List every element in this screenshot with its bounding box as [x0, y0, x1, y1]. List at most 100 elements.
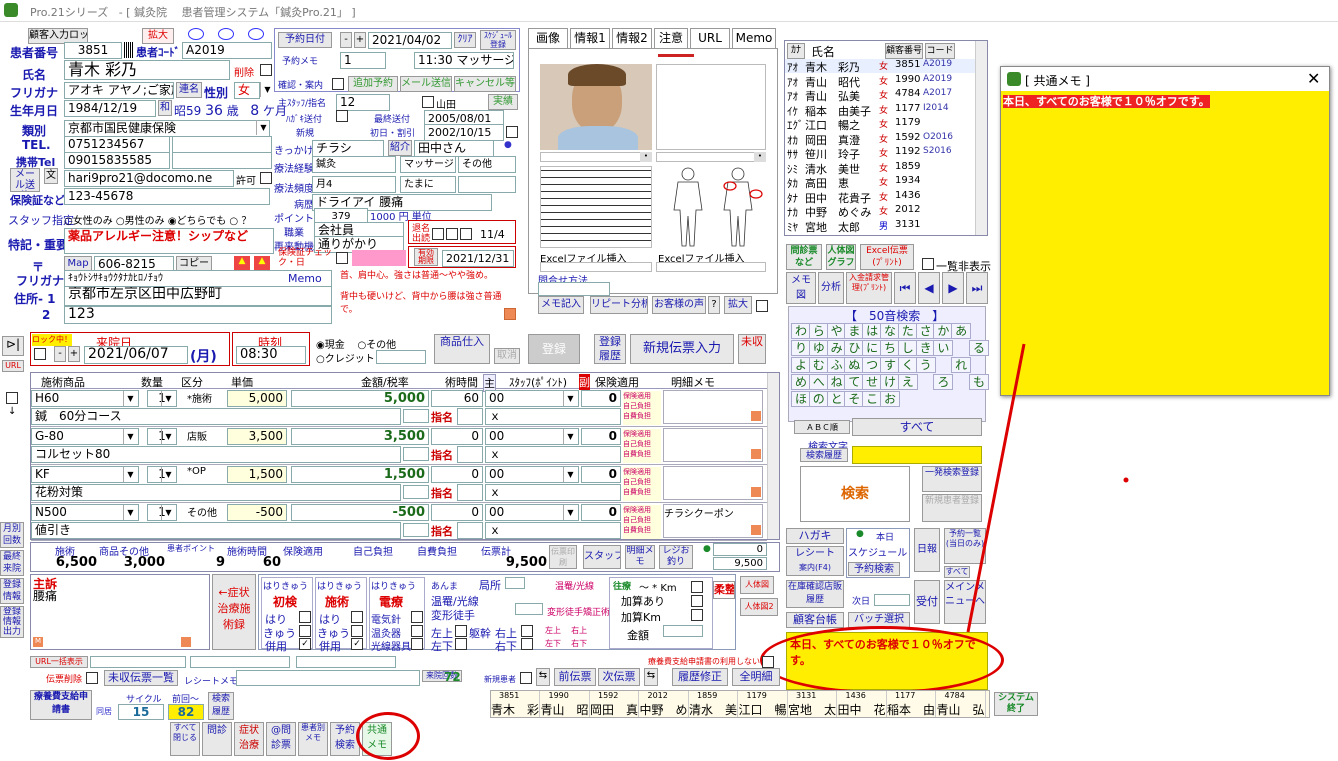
tool-button-4[interactable]: 患者別メモ [298, 722, 328, 756]
unpaid-button[interactable]: 未収 [738, 334, 766, 364]
new-reg-cb[interactable] [520, 672, 532, 684]
kana-key-る[interactable]: る [969, 340, 989, 356]
detail-memo[interactable] [663, 390, 763, 424]
main-menu-button[interactable]: メインメニューへ [944, 580, 986, 624]
therapy2-field[interactable]: マッサージ [400, 156, 456, 173]
detail-memo[interactable] [663, 428, 763, 462]
reserve-search-button[interactable]: 予約検索 [848, 562, 900, 576]
pay-request-button[interactable]: 療養費支給申請書 [30, 690, 92, 720]
tool-button-3[interactable]: @問診票 [266, 722, 296, 756]
swap-icon[interactable]: ⇆ [536, 668, 550, 686]
t2-hei-cb[interactable]: ✓ [351, 638, 363, 650]
chevron-down-icon[interactable]: ▼ [123, 391, 137, 406]
freq3-field[interactable] [458, 176, 516, 193]
sub-staff-field[interactable]: ｘ [485, 408, 621, 425]
cancel-visit-button[interactable]: 取消 [494, 348, 520, 364]
radio-icon[interactable] [248, 28, 264, 40]
patient-code[interactable]: A2019 [182, 42, 272, 59]
cancel-button[interactable]: キャンセル等 [454, 76, 516, 92]
list-item[interactable]: ｱｵ 青木 彩乃女 3851 A2019 [785, 59, 975, 74]
reserve-time[interactable]: 11:30 マッサージ [414, 52, 514, 69]
recent-patient[interactable]: 1177 稲本 由 [887, 691, 936, 717]
ourai-cb[interactable] [691, 581, 703, 593]
list-item[interactable]: ｻｻ 笹川 玲子女 1192 S2016 [785, 146, 975, 161]
list-item[interactable]: ﾀﾅ 田中 花貴子女 1436 [785, 190, 975, 205]
t2-kyu-cb[interactable] [351, 625, 363, 637]
list-header-code[interactable]: コード [925, 43, 955, 59]
t1-hari-cb[interactable] [299, 611, 311, 623]
point-field[interactable]: 0 [581, 390, 621, 407]
ledger-button[interactable]: 顧客台帳 [786, 612, 844, 628]
intro-field[interactable]: 田中さん [414, 140, 494, 157]
price-field[interactable]: 1,500 [227, 466, 287, 483]
url-bulk-button[interactable]: URL一括表示 [30, 656, 88, 668]
judo-button[interactable]: 柔整 [713, 581, 735, 599]
chevron-down-icon[interactable]: ▼ [161, 505, 175, 520]
recent-patient[interactable]: 2012 中野 め [640, 691, 689, 717]
memo-text[interactable]: 首、肩中心。強さは普通～やや強め。 背中も硬いけど、背中から腰は強さ普通で。 [340, 270, 512, 317]
detail-memo[interactable] [663, 466, 763, 500]
one-search-button[interactable]: 一発検索登録 [922, 466, 982, 492]
body-chart-button[interactable]: 人体図 [740, 576, 774, 594]
amount-field[interactable]: 3,500 [291, 428, 429, 445]
era-button[interactable]: 和 [158, 100, 172, 116]
list-item[interactable]: ｱｵ 青山 昭代女 1990 A2019 [785, 74, 975, 89]
amount-field[interactable]: 1,500 [291, 466, 429, 483]
confirm-checkbox[interactable] [332, 78, 344, 90]
link-button[interactable]: 連名 [176, 82, 202, 98]
staff-options[interactable]: ○女性のみ ○男性のみ ◉どちらでも ○ ？ [64, 212, 251, 227]
patient-name[interactable]: 青木 彩乃 [64, 60, 230, 80]
abc-button[interactable]: ＡＢＣ順 [794, 420, 850, 434]
tool-button-1[interactable]: 問診 [202, 722, 232, 756]
chevron-down-icon[interactable]: ▼ [563, 467, 577, 482]
dot-icon[interactable]: ● [504, 140, 516, 154]
sub-staff-field[interactable]: ｘ [485, 522, 621, 539]
last-visit-button[interactable]: 最終来院 [0, 550, 24, 576]
credit-option[interactable]: ○クレジット [316, 350, 375, 365]
voice-button[interactable]: お客様の声 [652, 296, 706, 314]
expand-icon[interactable] [751, 525, 761, 535]
memo-num[interactable]: 1 [340, 52, 386, 69]
designate-field[interactable] [457, 522, 483, 539]
dot-icon[interactable]: • [640, 152, 652, 162]
url-field-3[interactable] [296, 656, 396, 668]
expand-icon[interactable] [181, 637, 191, 647]
patient-number[interactable]: 3851 [64, 42, 122, 59]
radio-icon[interactable] [218, 28, 234, 40]
item-name[interactable]: 花粉対策 [31, 484, 401, 501]
receipt-memo-field[interactable] [236, 670, 420, 686]
kana-key-れ[interactable]: れ [951, 357, 972, 373]
list-item[interactable]: ｴｸﾞ 江口 暢之女 1179 [785, 117, 975, 132]
hagaki-checkbox[interactable] [336, 110, 348, 122]
chevron-down-icon[interactable]: ▼ [260, 82, 274, 97]
m-icon[interactable]: M [33, 637, 43, 647]
item-name[interactable]: 値引き [31, 522, 401, 539]
kana-key-も[interactable]: も [969, 374, 989, 390]
memo-fig-button[interactable]: メモ図 [786, 272, 816, 304]
hide-list-checkbox[interactable] [922, 258, 934, 270]
upper-left-cb[interactable] [455, 625, 467, 637]
close-icon[interactable]: ✕ [1307, 69, 1320, 88]
chevron-down-icon[interactable]: ▼ [123, 505, 137, 520]
memo-expand-icon[interactable] [504, 308, 516, 320]
insurance-cell[interactable]: 保険適用 自己負担 自費負担 [623, 391, 661, 425]
schedule-button[interactable]: ｽｹｼﾞｭｰﾙ登録 [480, 30, 516, 50]
minutes-field[interactable]: 0 [431, 466, 483, 483]
mail-button[interactable]: メール送信 [10, 168, 40, 192]
plus-button[interactable]: + [354, 32, 366, 48]
expand-icon[interactable] [751, 411, 761, 421]
reserve-mail-button[interactable]: メール送信 [400, 76, 452, 92]
swap-icon[interactable]: ⇆ [644, 668, 658, 686]
detail-memo[interactable]: チラシクーポン [663, 504, 763, 538]
cycle-field[interactable]: 15 [118, 704, 164, 720]
amount-field[interactable]: 5,000 [291, 390, 429, 407]
designate-field[interactable] [457, 484, 483, 501]
feature-field[interactable]: 薬品アレルギー注意！シップなど [64, 228, 274, 254]
mobile-field[interactable]: 09015835585 [64, 152, 170, 169]
therapy1-field[interactable]: 鍼灸 [312, 156, 396, 173]
item-name[interactable]: コルセット80 [31, 446, 401, 463]
expand-image-button[interactable]: 拡大 [724, 296, 752, 314]
expand-button[interactable]: 拡大 [142, 28, 174, 44]
reg-info-button[interactable]: 登録情報 [0, 578, 24, 604]
price-field[interactable]: 5,000 [227, 390, 287, 407]
